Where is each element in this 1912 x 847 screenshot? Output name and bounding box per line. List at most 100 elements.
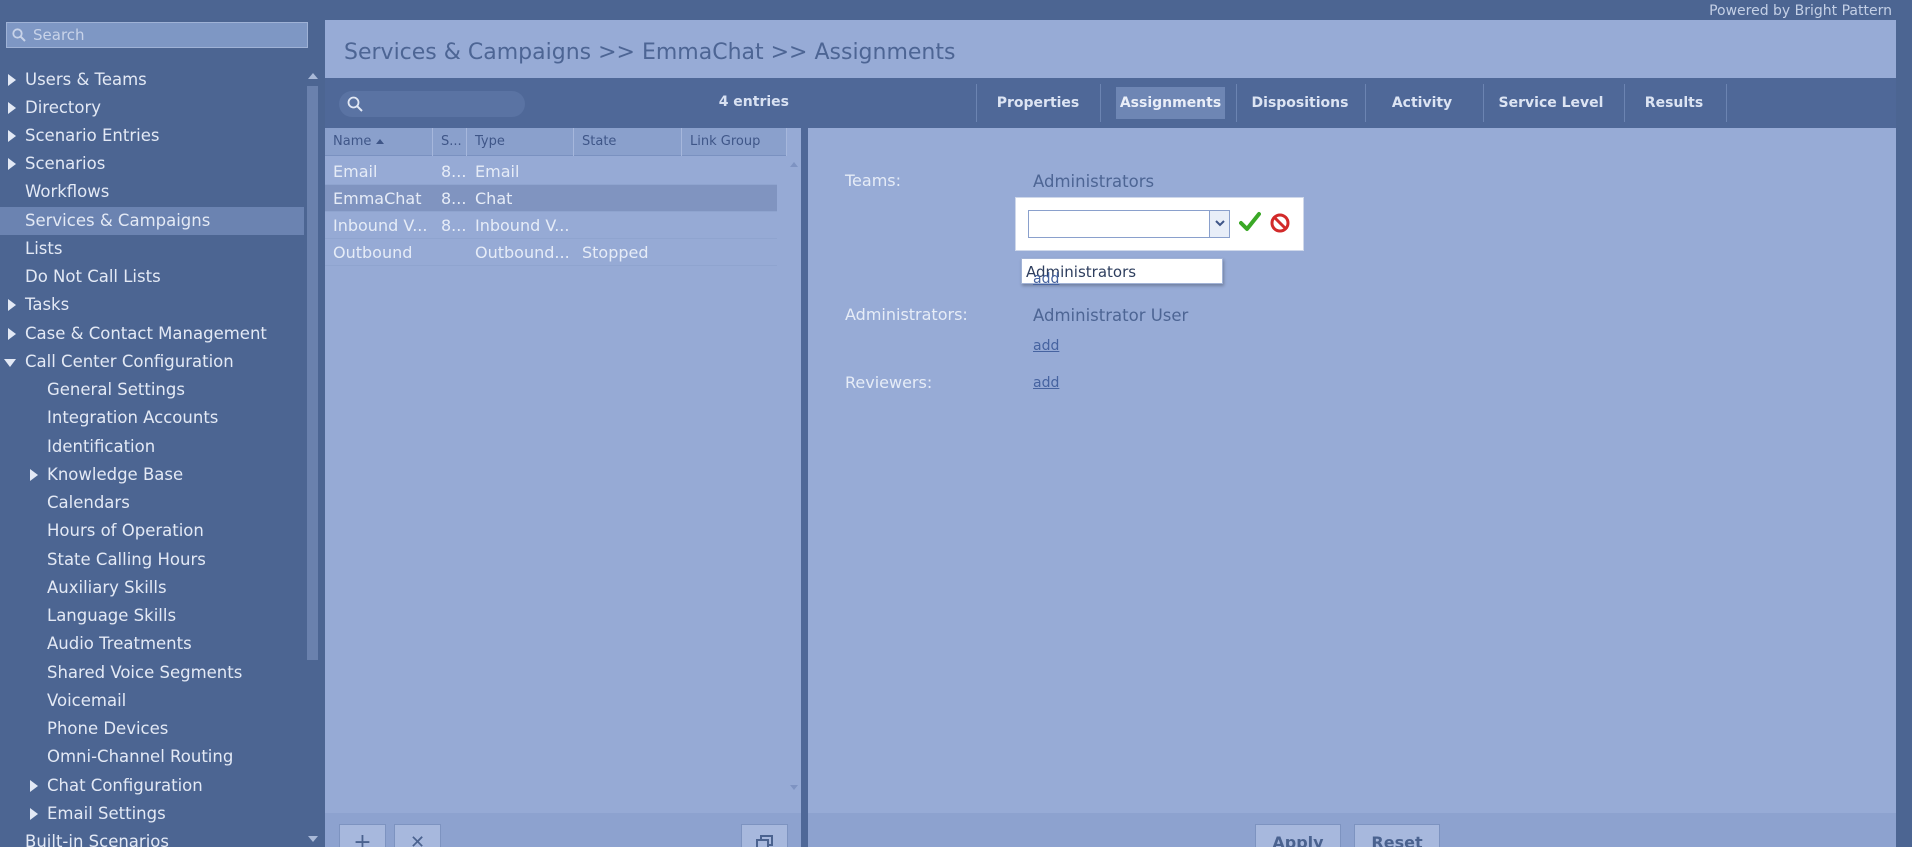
sidebar-item-hours-of-operation[interactable]: Hours of Operation (0, 517, 304, 545)
sidebar-item-email-settings[interactable]: Email Settings (0, 800, 304, 828)
team-combobox-input[interactable] (1031, 213, 1206, 235)
table-row-selected[interactable]: EmmaChat 8... Chat (325, 185, 777, 212)
sidebar-nav: Users & Teams Directory Scenario Entries… (0, 65, 304, 847)
sidebar-item-users-teams[interactable]: Users & Teams (0, 66, 304, 94)
column-header-s[interactable]: S... (433, 128, 467, 156)
sidebar-item-knowledge-base[interactable]: Knowledge Base (0, 461, 304, 489)
tab-dispositions[interactable]: Dispositions (1245, 87, 1355, 119)
combobox-dropdown-button[interactable] (1209, 211, 1229, 237)
sort-ascending-icon (376, 139, 385, 144)
table-scrollbar[interactable] (787, 156, 801, 796)
scroll-up-icon[interactable] (790, 162, 798, 167)
sidebar-item-calendars[interactable]: Calendars (0, 489, 304, 517)
tab-assignments[interactable]: Assignments (1116, 87, 1225, 119)
tab-separator (1100, 84, 1101, 122)
sidebar-search-box[interactable] (6, 22, 308, 48)
checkmark-icon[interactable] (1239, 211, 1261, 233)
sidebar-item-language-skills[interactable]: Language Skills (0, 602, 304, 630)
scroll-down-icon[interactable] (790, 785, 798, 790)
column-header-state[interactable]: State (574, 128, 682, 156)
column-header-name[interactable]: Name (325, 128, 433, 156)
sidebar-item-directory[interactable]: Directory (0, 94, 304, 122)
sidebar-item-general-settings[interactable]: General Settings (0, 376, 304, 404)
search-icon (347, 96, 363, 112)
tab-separator (1726, 84, 1727, 122)
breadcrumb: Services & Campaigns >> EmmaChat >> Assi… (344, 40, 956, 65)
detach-window-button[interactable] (741, 824, 788, 847)
sidebar-item-integration-accounts[interactable]: Integration Accounts (0, 404, 304, 432)
sidebar-item-workflows[interactable]: Workflows (0, 178, 304, 206)
panel-splitter[interactable] (801, 78, 808, 847)
table-row[interactable]: Email 8... Email (325, 158, 777, 185)
sidebar-item-do-not-call-lists[interactable]: Do Not Call Lists (0, 263, 304, 291)
expand-arrow-icon[interactable] (8, 299, 16, 311)
sidebar-item-lists[interactable]: Lists (0, 235, 304, 263)
sidebar-item-case-contact-management[interactable]: Case & Contact Management (0, 320, 304, 348)
add-team-link[interactable]: add (1033, 271, 1059, 287)
sidebar-scrollbar[interactable] (305, 68, 320, 847)
add-service-button[interactable]: + (339, 824, 386, 847)
sidebar-item-voicemail[interactable]: Voicemail (0, 687, 304, 715)
tab-bar: Properties Assignments Dispositions Acti… (808, 78, 1896, 128)
expand-arrow-icon[interactable] (30, 780, 38, 792)
column-header-type[interactable]: Type (467, 128, 574, 156)
list-toolbar: 4 entries (325, 78, 801, 128)
sidebar-item-chat-configuration[interactable]: Chat Configuration (0, 772, 304, 800)
scroll-down-icon[interactable] (308, 836, 318, 842)
tab-service-level[interactable]: Service Level (1490, 87, 1612, 119)
entries-count: 4 entries (718, 94, 789, 110)
expand-arrow-icon[interactable] (30, 808, 38, 820)
add-reviewer-link[interactable]: add (1033, 375, 1059, 391)
column-header-link-group[interactable]: Link Group (682, 128, 787, 156)
sidebar-item-phone-devices[interactable]: Phone Devices (0, 715, 304, 743)
tab-separator (1236, 84, 1237, 122)
table-row[interactable]: Inbound V... 8... Inbound V... (325, 212, 777, 239)
collapse-arrow-icon[interactable] (4, 359, 16, 367)
list-footer: + ✕ (325, 813, 801, 847)
sidebar-item-state-calling-hours[interactable]: State Calling Hours (0, 546, 304, 574)
sidebar-item-scenario-entries[interactable]: Scenario Entries (0, 122, 304, 150)
main-content: Services & Campaigns >> EmmaChat >> Assi… (325, 20, 1896, 847)
sidebar-item-call-center-configuration[interactable]: Call Center Configuration (0, 348, 304, 376)
expand-arrow-icon[interactable] (8, 74, 16, 86)
sidebar-item-built-in-scenarios[interactable]: Built-in Scenarios (0, 828, 304, 847)
sidebar: Users & Teams Directory Scenario Entries… (0, 20, 320, 847)
expand-arrow-icon[interactable] (30, 469, 38, 481)
services-list-panel: 4 entries Name S... Type State Link Grou… (325, 78, 801, 847)
tab-separator (976, 84, 977, 122)
delete-service-button[interactable]: ✕ (394, 824, 441, 847)
expand-arrow-icon[interactable] (8, 102, 16, 114)
reviewers-label: Reviewers: (845, 373, 933, 392)
sidebar-item-scenarios[interactable]: Scenarios (0, 150, 304, 178)
tab-activity[interactable]: Activity (1374, 87, 1470, 119)
team-editor (1015, 197, 1304, 251)
table-row[interactable]: Outbound Outbound... Stopped (325, 239, 777, 266)
team-combobox[interactable] (1028, 210, 1230, 238)
add-administrator-link[interactable]: add (1033, 338, 1059, 354)
reset-button[interactable]: Reset (1354, 824, 1440, 847)
sidebar-item-shared-voice-segments[interactable]: Shared Voice Segments (0, 659, 304, 687)
expand-arrow-icon[interactable] (8, 130, 16, 142)
detail-panel: Properties Assignments Dispositions Acti… (808, 78, 1896, 847)
teams-label: Teams: (845, 171, 902, 190)
sidebar-item-services-campaigns[interactable]: Services & Campaigns (0, 207, 304, 235)
tab-results[interactable]: Results (1634, 87, 1714, 119)
administrators-label: Administrators: (845, 305, 968, 324)
detail-footer: Apply Reset (808, 813, 1896, 847)
apply-button[interactable]: Apply (1255, 824, 1341, 847)
sidebar-item-identification[interactable]: Identification (0, 433, 304, 461)
chevron-down-icon (1215, 220, 1225, 227)
sidebar-scroll-thumb[interactable] (307, 86, 318, 660)
sidebar-item-audio-treatments[interactable]: Audio Treatments (0, 630, 304, 658)
expand-arrow-icon[interactable] (8, 158, 16, 170)
expand-arrow-icon[interactable] (8, 328, 16, 340)
tab-properties[interactable]: Properties (987, 87, 1089, 119)
sidebar-item-auxiliary-skills[interactable]: Auxiliary Skills (0, 574, 304, 602)
tab-separator (1624, 84, 1625, 122)
sidebar-item-tasks[interactable]: Tasks (0, 291, 304, 319)
scroll-up-icon[interactable] (308, 73, 318, 79)
cancel-icon[interactable] (1270, 213, 1290, 233)
sidebar-item-omni-channel-routing[interactable]: Omni-Channel Routing (0, 743, 304, 771)
list-search-input[interactable] (339, 91, 525, 117)
sidebar-search-input[interactable] (33, 25, 303, 45)
